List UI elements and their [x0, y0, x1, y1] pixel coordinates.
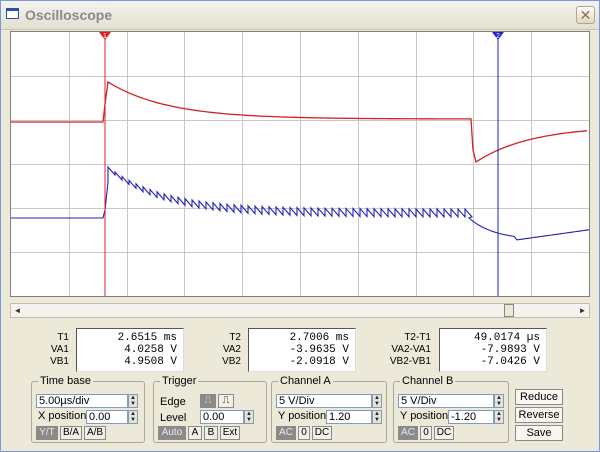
dvb-label: VB2-VB1	[389, 356, 431, 367]
rising-edge-icon[interactable]: ⎍	[200, 394, 216, 408]
va1-label: VA1	[50, 344, 69, 355]
cursor-1-values: 2.6515 ms 4.0258 V 4.9508 V	[76, 328, 184, 372]
trigger-a-button[interactable]: A	[188, 426, 202, 440]
timebase-title: Time base	[38, 375, 93, 387]
scroll-right-arrow-icon[interactable]: ►	[576, 304, 589, 317]
trigger-level-spinner-icon[interactable]: ▲ ▼	[244, 410, 254, 424]
cursor-delta-values: 49.0174 µs -7.9893 V -7.0426 V	[439, 328, 547, 372]
channel-b-dc-button[interactable]: DC	[434, 426, 454, 440]
dva-value: -7.9893 V	[480, 344, 540, 356]
scroll-thumb[interactable]	[504, 304, 514, 317]
trigger-group: Trigger Edge ⎍ ⎍ Level 0.00 ▲ ▼ Auto A B …	[153, 375, 267, 443]
timebase-scale-spinner-icon[interactable]: ▲ ▼	[128, 394, 138, 408]
va2-label: VA2	[222, 344, 241, 355]
va1-value: 4.0258 V	[124, 344, 177, 356]
level-label: Level	[160, 412, 187, 424]
channel-a-group: Channel A 5 V/Div ▲ ▼ Y position 1.20 ▲ ▼ …	[271, 375, 387, 443]
vb2-label: VB2	[222, 356, 241, 367]
window-title: Oscilloscope	[25, 7, 113, 23]
timebase-group: Time base 5.00µs/div ▲ ▼ X position 0.00 …	[31, 375, 145, 443]
channel-a-scale-spinner-icon[interactable]: ▲ ▼	[372, 394, 382, 408]
x-position-field[interactable]: 0.00	[86, 410, 128, 424]
channel-a-trace	[11, 80, 588, 164]
vb1-label: VB1	[50, 356, 69, 367]
title-bar[interactable]: Oscilloscope ✕	[1, 1, 599, 30]
dt-label: T2-T1	[404, 332, 431, 343]
channel-b-title: Channel B	[400, 375, 456, 387]
channel-b-scale-field[interactable]: 5 V/Div	[398, 394, 494, 408]
t1-value: 2.6515 ms	[117, 332, 177, 344]
edge-label: Edge	[160, 396, 186, 408]
x-position-label: X position	[38, 410, 87, 422]
dva-label: VA2-VA1	[391, 344, 431, 355]
oscilloscope-window: Oscilloscope ✕ 1 2 ◄ ► T1 VA1 VB1 2.6515…	[0, 0, 600, 452]
trigger-b-button[interactable]: B	[204, 426, 218, 440]
falling-edge-icon[interactable]: ⎍	[218, 394, 234, 408]
va2-value: -3.9635 V	[289, 344, 349, 356]
channel-a-dc-button[interactable]: DC	[312, 426, 332, 440]
mode-ab-button[interactable]: A/B	[84, 426, 106, 440]
cursor-2-label: 2	[496, 33, 500, 40]
trigger-level-field[interactable]: 0.00	[200, 410, 244, 424]
reduce-button[interactable]: Reduce	[515, 389, 563, 405]
t1-label: T1	[57, 332, 69, 343]
x-position-spinner-icon[interactable]: ▲ ▼	[128, 410, 138, 424]
t2-value: 2.7006 ms	[289, 332, 349, 344]
trigger-title: Trigger	[160, 375, 199, 387]
trigger-ext-button[interactable]: Ext	[220, 426, 240, 440]
channel-a-ypos-field[interactable]: 1.20	[326, 410, 372, 424]
cursor-2-values: 2.7006 ms -3.9635 V -2.0918 V	[248, 328, 356, 372]
t2-label: T2	[229, 332, 241, 343]
channel-a-ypos-spinner-icon[interactable]: ▲ ▼	[372, 410, 382, 424]
scroll-left-arrow-icon[interactable]: ◄	[11, 304, 24, 317]
reverse-button[interactable]: Reverse	[515, 407, 563, 423]
dt-value: 49.0174 µs	[473, 332, 540, 344]
channel-b-group: Channel B 5 V/Div ▲ ▼ Y position -1.20 ▲ ▼…	[393, 375, 509, 443]
channel-a-title: Channel A	[278, 375, 333, 387]
channel-b-ypos-field[interactable]: -1.20	[448, 410, 494, 424]
mode-yt-button[interactable]: Y/T	[36, 426, 58, 440]
vb1-value: 4.9508 V	[124, 356, 177, 368]
waveform-plot: 1 2	[11, 32, 589, 296]
horizontal-scrollbar[interactable]: ◄ ►	[10, 303, 590, 318]
channel-a-scale-field[interactable]: 5 V/Div	[276, 394, 372, 408]
channel-b-ac-button[interactable]: AC	[398, 426, 418, 440]
vb2-value: -2.0918 V	[289, 356, 349, 368]
close-button[interactable]: ✕	[576, 6, 595, 24]
oscilloscope-display: 1 2	[10, 31, 590, 297]
channel-b-ypos-label: Y position	[400, 410, 449, 422]
channel-a-zero-button[interactable]: 0	[298, 426, 310, 440]
save-button[interactable]: Save	[515, 425, 563, 441]
timebase-scale-field[interactable]: 5.00µs/div	[36, 394, 128, 408]
window-icon	[6, 8, 19, 19]
channel-a-ac-button[interactable]: AC	[276, 426, 296, 440]
channel-b-scale-spinner-icon[interactable]: ▲ ▼	[494, 394, 504, 408]
trigger-auto-button[interactable]: Auto	[158, 426, 186, 440]
cursor-readout: T1 VA1 VB1 2.6515 ms 4.0258 V 4.9508 V T…	[31, 326, 571, 374]
cursor-1-label: 1	[103, 33, 107, 40]
graticule	[11, 32, 589, 296]
dvb-value: -7.0426 V	[480, 356, 540, 368]
channel-a-ypos-label: Y position	[278, 410, 327, 422]
channel-b-zero-button[interactable]: 0	[420, 426, 432, 440]
channel-b-ypos-spinner-icon[interactable]: ▲ ▼	[494, 410, 504, 424]
mode-ba-button[interactable]: B/A	[60, 426, 82, 440]
